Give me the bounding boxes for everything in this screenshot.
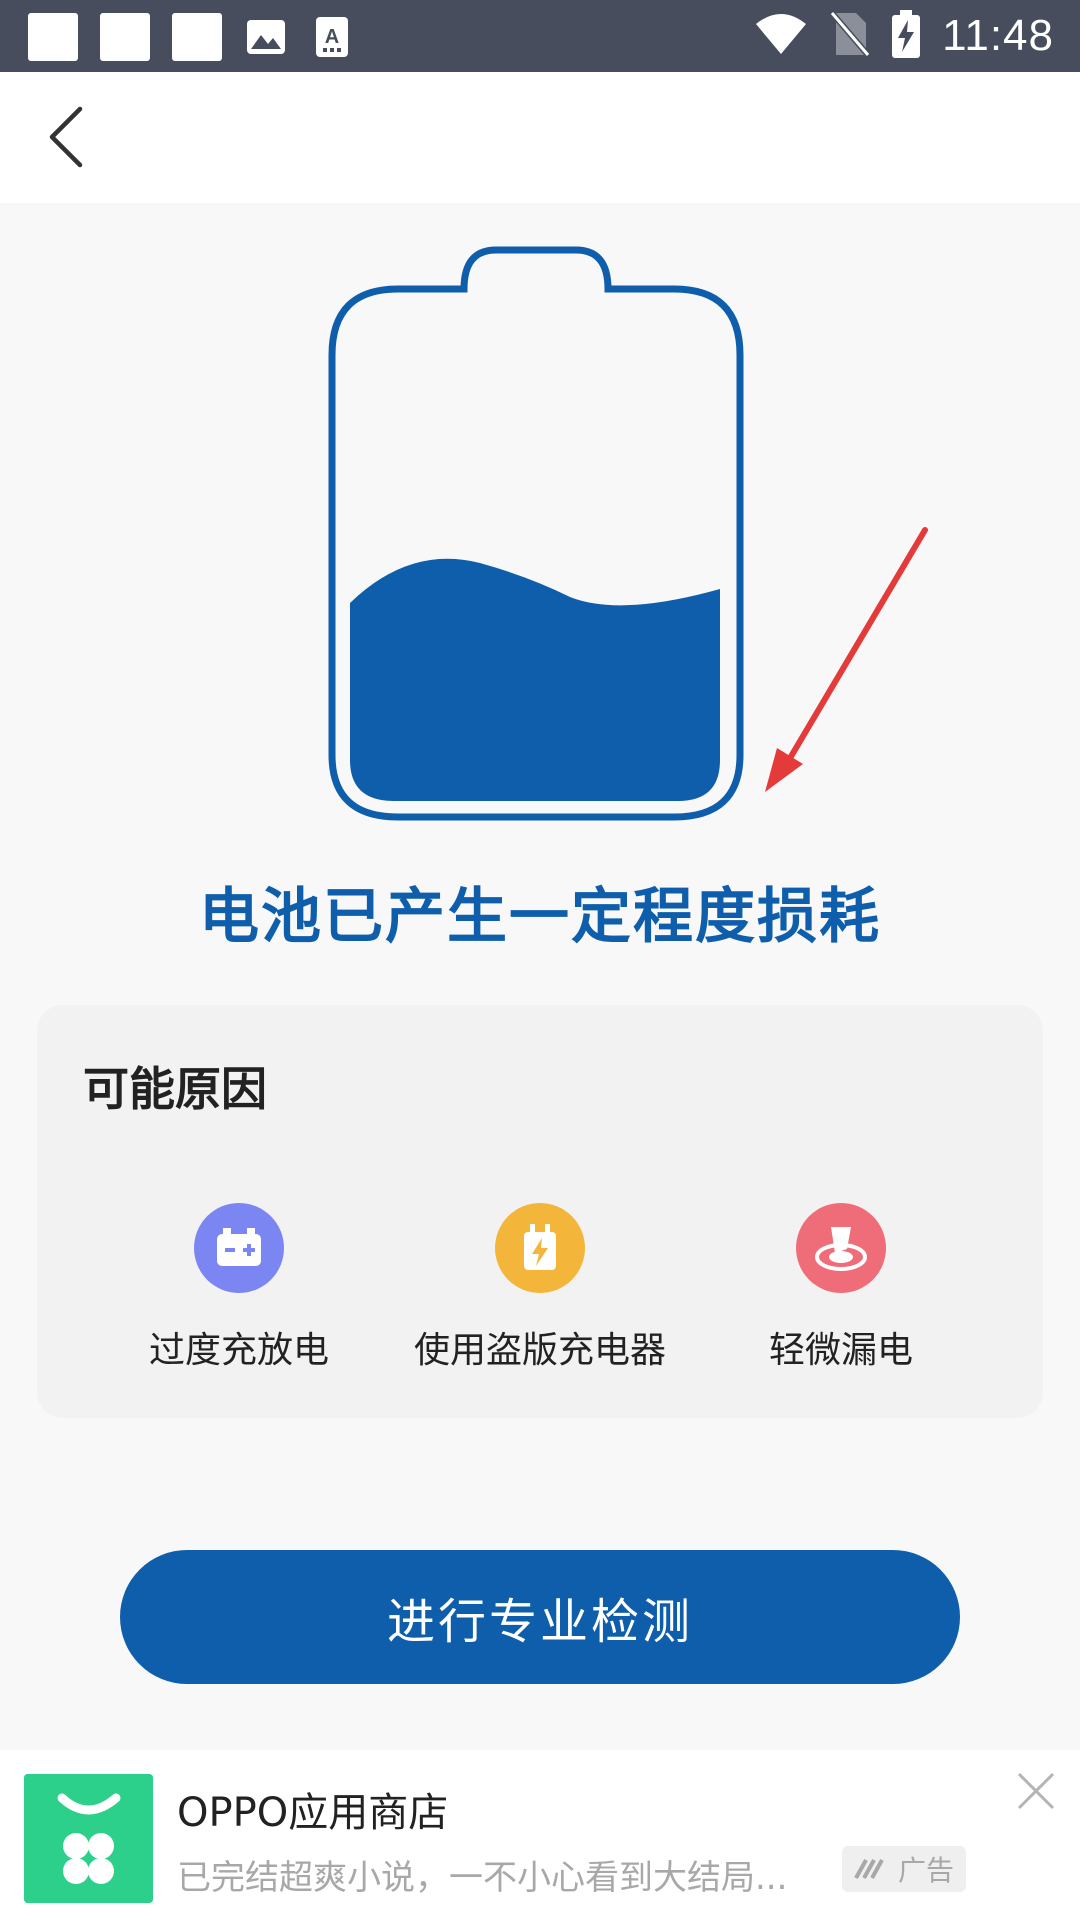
wifi-icon [754,12,808,60]
ad-banner[interactable]: OPPO应用商店 已完结超爽小说，一不小心看到大结局... 广告 [0,1750,1080,1920]
ad-mark-icon [854,1859,884,1879]
oppo-app-store-logo[interactable] [24,1774,153,1903]
image-icon [244,15,288,59]
reason-label: 使用盗版充电器 [413,1330,666,1371]
ad-badge: 广告 [842,1846,966,1892]
text-app-icon: A [310,15,354,59]
svg-text:A: A [325,26,339,48]
close-ad-button[interactable] [1015,1770,1057,1812]
red-arrow-annotation [755,520,940,800]
chevron-left-icon [49,106,83,168]
notification-square-icon [28,13,78,61]
reason-item: 轻微漏电 [681,1203,1001,1373]
close-icon [1017,1772,1055,1810]
battery-charge-icon [194,1203,284,1293]
status-bar-notifications: A [28,13,354,61]
status-bar: A 11:48 [0,0,1080,72]
no-sim-icon [829,11,871,61]
ad-description[interactable]: 已完结超爽小说，一不小心看到大结局... [177,1850,817,1899]
app-header [0,72,1080,203]
notification-square-icon [172,13,222,61]
notification-square-icon [100,13,150,61]
ad-title[interactable]: OPPO应用商店 [177,1780,448,1838]
possible-causes-card: 可能原因 过度充放电 使用盗版充电器 轻微漏电 [37,1005,1043,1418]
reason-label: 过度充放电 [148,1330,329,1371]
battery-charging-icon [892,10,921,62]
charger-icon [495,1203,585,1293]
reason-item: 过度充放电 [79,1203,399,1373]
reason-label: 轻微漏电 [768,1330,913,1371]
reason-item: 使用盗版充电器 [380,1203,700,1373]
leak-icon [796,1203,886,1293]
battery-health-screen: A 11:48 电池已产生一定程度损耗 可能原因 过度充放电 使用盗版充电器 轻… [0,0,1080,1920]
page-title: 电池已产生一定程度损耗 [199,882,881,952]
card-title: 可能原因 [83,1062,267,1116]
status-bar-system: 11:48 [754,8,1054,64]
ad-badge-label: 广告 [897,1854,954,1887]
battery-illustration [320,245,760,825]
professional-check-button[interactable]: 进行专业检测 [120,1550,960,1684]
back-button[interactable] [36,100,96,174]
status-time: 11:48 [942,11,1054,60]
